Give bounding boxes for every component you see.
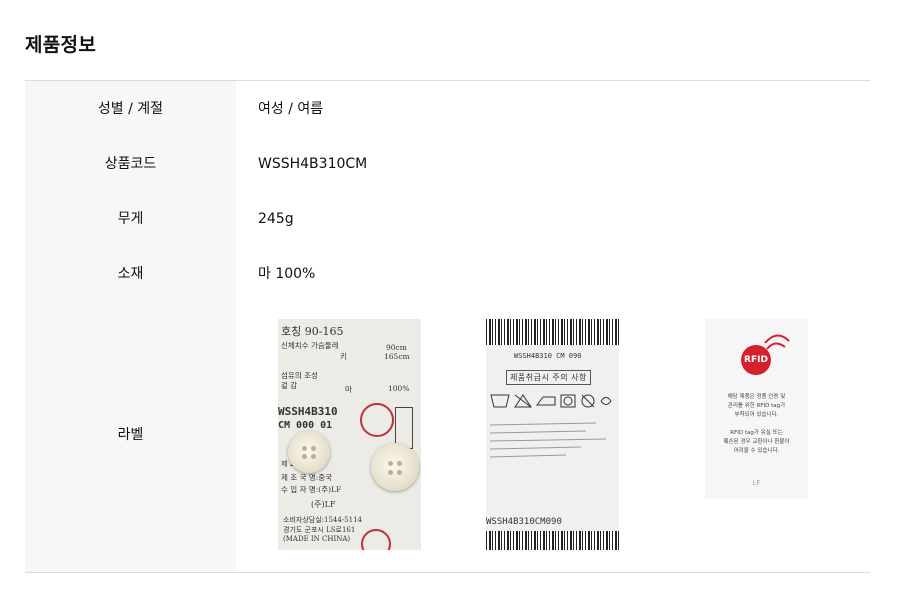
barcode-top-icon — [486, 319, 619, 345]
rfid-card-image: RFID 해당 제품은 정품 인증 및 관리를 위한 RFID tag가 부착되… — [705, 319, 808, 499]
label-material-text: 마 — [345, 385, 352, 394]
label-phone-text: 소비자상담실:1544-5114 — [283, 516, 362, 524]
red-stamp-bottom-icon — [361, 529, 391, 550]
tag-top-code-text: WSSH4B310 CM 090 — [514, 352, 582, 360]
label-made-in-text: (MADE IN CHINA) — [283, 535, 351, 543]
label-size-text: 호칭 90-165 — [281, 325, 344, 338]
label-body-size-text: 신체치수 가슴둘레 — [281, 341, 339, 350]
care-symbols-icon — [490, 394, 612, 408]
label-lf-text: (주)LF — [311, 500, 336, 509]
label-outer-text: 겉 감 — [281, 381, 298, 390]
row-label-weight: 무게 — [117, 211, 144, 227]
label-country-text: 제 조 국 명:중국 — [281, 473, 333, 482]
row-label-product-code: 상품코드 — [104, 156, 157, 172]
row-value-product-code: WSSH4B310CM — [258, 156, 368, 172]
row-label-label: 라벨 — [117, 427, 144, 443]
label-height-label-text: 키 — [340, 352, 347, 361]
row-value-weight: 245g — [258, 211, 294, 227]
label-code-text: WSSH4B310 — [278, 405, 338, 418]
label-material-pct-text: 100% — [388, 384, 410, 393]
section-title: 제품정보 — [25, 34, 97, 56]
product-info-section: 제품정보 성별 / 계절 여성 / 여름 상품코드 WSSH4B310CM 무게… — [0, 0, 918, 596]
care-label-photo: 호칭 90-165 신체치수 가슴둘레 90cm 키 165cm 섬유의 조성 … — [278, 319, 421, 550]
label-bust-text: 90cm — [386, 343, 407, 352]
red-stamp-icon — [360, 403, 394, 437]
row-label-material: 소재 — [117, 266, 144, 282]
button-icon — [288, 431, 330, 473]
label-importer-text: 수 입 자 명:(주)LF — [281, 485, 342, 494]
row-label-gender-season: 성별 / 계절 — [97, 101, 164, 117]
lf-logo-icon: LF — [752, 479, 761, 487]
row-value-material: 마 100% — [258, 266, 316, 282]
rfid-text-line6: 어려울 수 있습니다. — [733, 448, 780, 454]
rfid-text-line5: 훼손된 경우 교환이나 환불이 — [723, 439, 790, 445]
rfid-badge-icon: RFID — [741, 345, 771, 375]
tag-care-title-text: 제품취급시 주의 사항 — [506, 370, 591, 385]
rfid-text-line1: 해당 제품은 정품 인증 및 — [727, 394, 786, 400]
button-icon — [371, 443, 419, 491]
rfid-text-line4: RFID tag가 유실 또는 — [730, 430, 783, 436]
care-tag-photo: WSSH4B310 CM 090 제품취급시 주의 사항 WSSH4B310CM… — [486, 319, 619, 550]
row-value-gender-season: 여성 / 여름 — [258, 101, 324, 117]
rfid-text-line2: 관리를 위한 RFID tag가 — [727, 403, 786, 409]
product-info-table: 성별 / 계절 여성 / 여름 상품코드 WSSH4B310CM 무게 245g… — [25, 80, 870, 573]
label-height-text: 165cm — [384, 352, 410, 361]
rfid-text-line3: 부착되어 있습니다. — [734, 412, 779, 418]
barcode-bottom-icon — [486, 531, 619, 550]
label-address-text: 경기도 군포시 LS로161 — [283, 526, 356, 534]
care-text-blur-icon — [489, 422, 607, 458]
tag-bottom-code-text: WSSH4B310CM090 — [486, 517, 562, 527]
label-code2-text: CM 000 01 — [278, 420, 333, 431]
